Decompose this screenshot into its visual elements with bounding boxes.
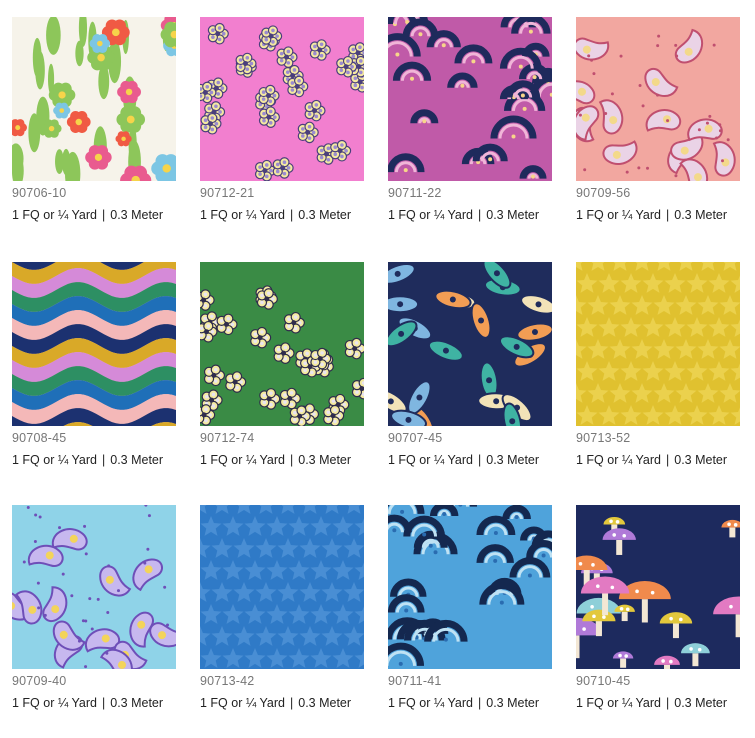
unit-yard: 1 FQ or ¼ Yard <box>576 208 661 222</box>
product-sku[interactable]: 90713-42 <box>200 674 376 688</box>
divider: | <box>478 696 482 710</box>
unit-yard: 1 FQ or ¼ Yard <box>388 453 473 467</box>
product-card: 90706-10 1 FQ or ¼ Yard | 0.3 Meter <box>12 17 188 222</box>
product-quantity: 1 FQ or ¼ Yard | 0.3 Meter <box>200 453 376 467</box>
unit-yard: 1 FQ or ¼ Yard <box>12 453 97 467</box>
unit-yard: 1 FQ or ¼ Yard <box>200 453 285 467</box>
divider: | <box>478 453 482 467</box>
unit-meter: 0.3 Meter <box>110 208 164 222</box>
product-sku[interactable]: 90709-40 <box>12 674 188 688</box>
divider: | <box>666 696 670 710</box>
fabric-swatch-image[interactable] <box>12 505 176 669</box>
product-quantity: 1 FQ or ¼ Yard | 0.3 Meter <box>12 208 188 222</box>
unit-meter: 0.3 Meter <box>298 696 352 710</box>
product-sku[interactable]: 90711-22 <box>388 186 564 200</box>
unit-meter: 0.3 Meter <box>486 696 540 710</box>
product-sku[interactable]: 90706-10 <box>12 186 188 200</box>
unit-yard: 1 FQ or ¼ Yard <box>12 696 97 710</box>
fabric-pattern-art <box>576 262 740 426</box>
unit-meter: 0.3 Meter <box>486 208 540 222</box>
product-card: 90709-40 1 FQ or ¼ Yard | 0.3 Meter <box>12 505 188 710</box>
unit-yard: 1 FQ or ¼ Yard <box>12 208 97 222</box>
product-card: 90709-56 1 FQ or ¼ Yard | 0.3 Meter <box>576 17 752 222</box>
unit-yard: 1 FQ or ¼ Yard <box>576 696 661 710</box>
divider: | <box>666 453 670 467</box>
fabric-swatch-image[interactable] <box>200 262 364 426</box>
product-quantity: 1 FQ or ¼ Yard | 0.3 Meter <box>12 453 188 467</box>
fabric-swatch-image[interactable] <box>576 505 740 669</box>
unit-meter: 0.3 Meter <box>110 696 164 710</box>
product-quantity: 1 FQ or ¼ Yard | 0.3 Meter <box>200 208 376 222</box>
unit-meter: 0.3 Meter <box>110 453 164 467</box>
product-quantity: 1 FQ or ¼ Yard | 0.3 Meter <box>576 453 752 467</box>
product-card: 90711-41 1 FQ or ¼ Yard | 0.3 Meter <box>388 505 564 710</box>
divider: | <box>290 453 294 467</box>
divider: | <box>290 208 294 222</box>
product-card: 90711-22 1 FQ or ¼ Yard | 0.3 Meter <box>388 17 564 222</box>
product-quantity: 1 FQ or ¼ Yard | 0.3 Meter <box>388 696 564 710</box>
product-sku[interactable]: 90709-56 <box>576 186 752 200</box>
fabric-pattern-art <box>576 17 740 181</box>
divider: | <box>102 208 106 222</box>
product-card: 90707-45 1 FQ or ¼ Yard | 0.3 Meter <box>388 262 564 467</box>
product-quantity: 1 FQ or ¼ Yard | 0.3 Meter <box>576 696 752 710</box>
unit-yard: 1 FQ or ¼ Yard <box>200 208 285 222</box>
product-card: 90713-52 1 FQ or ¼ Yard | 0.3 Meter <box>576 262 752 467</box>
unit-meter: 0.3 Meter <box>674 208 728 222</box>
unit-meter: 0.3 Meter <box>298 453 352 467</box>
divider: | <box>102 453 106 467</box>
unit-meter: 0.3 Meter <box>486 453 540 467</box>
divider: | <box>478 208 482 222</box>
product-sku[interactable]: 90707-45 <box>388 431 564 445</box>
fabric-swatch-image[interactable] <box>388 17 552 181</box>
product-card: 90710-45 1 FQ or ¼ Yard | 0.3 Meter <box>576 505 752 710</box>
fabric-swatch-image[interactable] <box>576 17 740 181</box>
fabric-product-grid: 90706-10 1 FQ or ¼ Yard | 0.3 Meter 90712-… <box>0 0 755 738</box>
fabric-swatch-image[interactable] <box>388 262 552 426</box>
fabric-pattern-art <box>12 17 176 181</box>
product-sku[interactable]: 90713-52 <box>576 431 752 445</box>
divider: | <box>666 208 670 222</box>
fabric-pattern-art <box>12 262 176 426</box>
unit-yard: 1 FQ or ¼ Yard <box>200 696 285 710</box>
product-quantity: 1 FQ or ¼ Yard | 0.3 Meter <box>200 696 376 710</box>
fabric-swatch-image[interactable] <box>200 17 364 181</box>
fabric-pattern-art <box>576 505 740 669</box>
unit-yard: 1 FQ or ¼ Yard <box>576 453 661 467</box>
fabric-pattern-art <box>12 505 176 669</box>
product-sku[interactable]: 90711-41 <box>388 674 564 688</box>
product-card: 90713-42 1 FQ or ¼ Yard | 0.3 Meter <box>200 505 376 710</box>
fabric-pattern-art <box>388 17 552 181</box>
product-quantity: 1 FQ or ¼ Yard | 0.3 Meter <box>12 696 188 710</box>
product-sku[interactable]: 90712-74 <box>200 431 376 445</box>
product-card: 90712-21 1 FQ or ¼ Yard | 0.3 Meter <box>200 17 376 222</box>
divider: | <box>102 696 106 710</box>
fabric-pattern-art <box>200 262 364 426</box>
fabric-swatch-image[interactable] <box>12 262 176 426</box>
unit-meter: 0.3 Meter <box>674 696 728 710</box>
unit-yard: 1 FQ or ¼ Yard <box>388 696 473 710</box>
product-sku[interactable]: 90708-45 <box>12 431 188 445</box>
product-quantity: 1 FQ or ¼ Yard | 0.3 Meter <box>388 453 564 467</box>
product-sku[interactable]: 90710-45 <box>576 674 752 688</box>
product-sku[interactable]: 90712-21 <box>200 186 376 200</box>
fabric-swatch-image[interactable] <box>576 262 740 426</box>
divider: | <box>290 696 294 710</box>
product-quantity: 1 FQ or ¼ Yard | 0.3 Meter <box>576 208 752 222</box>
fabric-pattern-art <box>388 505 552 669</box>
unit-meter: 0.3 Meter <box>674 453 728 467</box>
product-card: 90708-45 1 FQ or ¼ Yard | 0.3 Meter <box>12 262 188 467</box>
fabric-swatch-image[interactable] <box>388 505 552 669</box>
fabric-swatch-image[interactable] <box>200 505 364 669</box>
unit-meter: 0.3 Meter <box>298 208 352 222</box>
product-quantity: 1 FQ or ¼ Yard | 0.3 Meter <box>388 208 564 222</box>
fabric-pattern-art <box>200 505 364 669</box>
product-card: 90712-74 1 FQ or ¼ Yard | 0.3 Meter <box>200 262 376 467</box>
fabric-pattern-art <box>388 262 552 426</box>
fabric-swatch-image[interactable] <box>12 17 176 181</box>
unit-yard: 1 FQ or ¼ Yard <box>388 208 473 222</box>
fabric-pattern-art <box>200 17 364 181</box>
